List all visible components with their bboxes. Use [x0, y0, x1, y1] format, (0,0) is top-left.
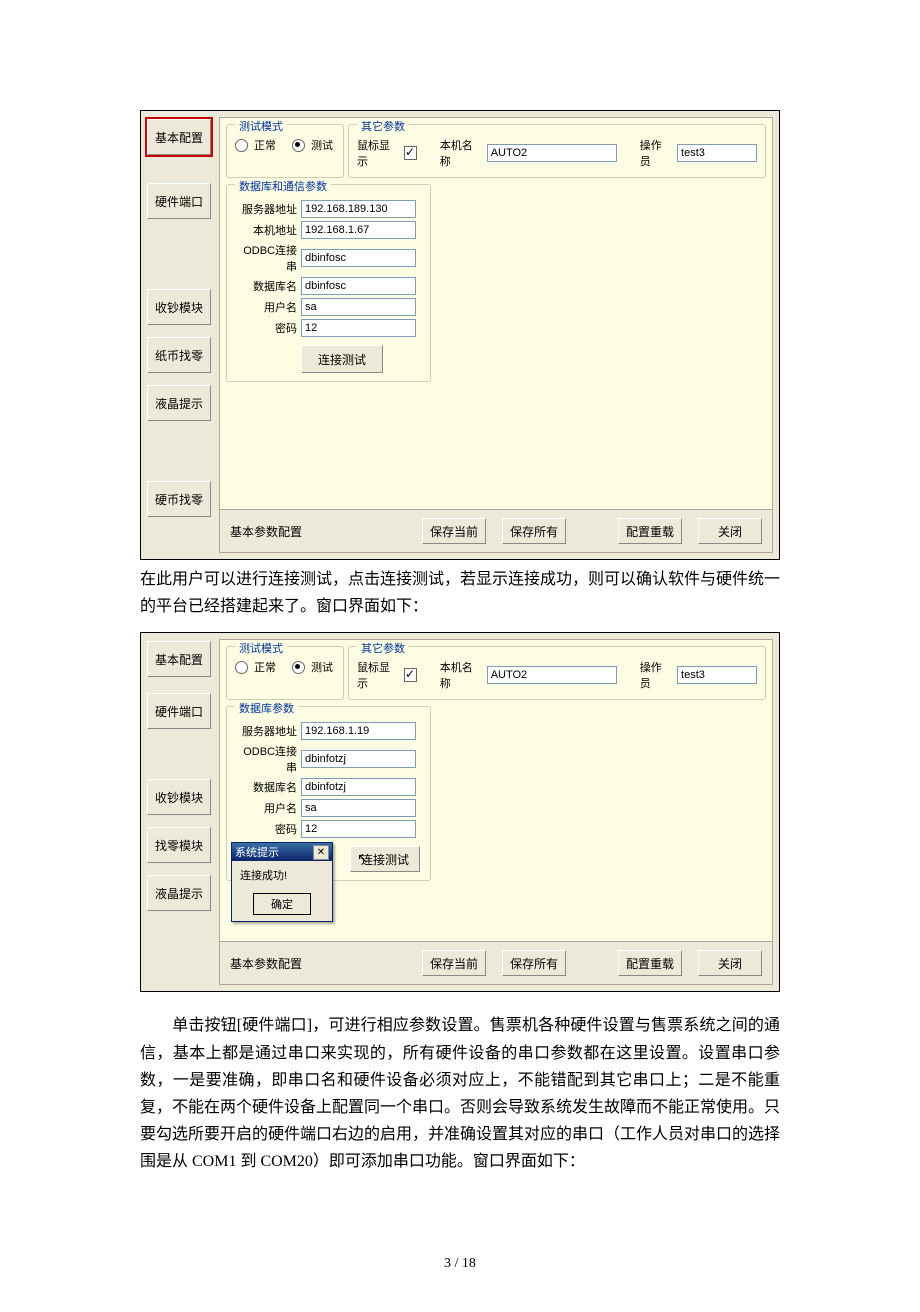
footer-bar: 基本参数配置 保存当前 保存所有 配置重载 关闭	[219, 510, 773, 553]
connection-test-button[interactable]: 连接测试	[350, 846, 420, 872]
msgbox-titlebar: 系统提示 ✕	[232, 843, 332, 861]
input-user[interactable]	[301, 799, 416, 817]
content-area-2: 测试模式 正常 测试 其它参数 鼠标显示 本机名称	[219, 633, 779, 991]
footer-bar: 基本参数配置 保存当前 保存所有 配置重载 关闭	[219, 942, 773, 985]
radio-test-label: 测试	[311, 659, 333, 675]
mouse-label: 鼠标显示	[357, 137, 396, 169]
save-all-button[interactable]: 保存所有	[502, 950, 566, 976]
group-test-mode: 测试模式 正常 测试	[226, 124, 344, 178]
reload-config-button[interactable]: 配置重载	[618, 950, 682, 976]
sidebar-item-bill-change[interactable]: 纸币找零	[147, 337, 211, 373]
group-db-params: 数据库和通信参数 服务器地址 本机地址 ODBC连接串 数据库名 用户名 密码 …	[226, 184, 431, 382]
input-server[interactable]	[301, 200, 416, 218]
msgbox-ok-button[interactable]: 确定	[253, 893, 311, 915]
group-db-params-legend: 数据库和通信参数	[235, 178, 331, 194]
sidebar-item-lcd-prompt[interactable]: 液晶提示	[147, 385, 211, 421]
group-test-mode-legend: 测试模式	[235, 118, 287, 134]
body-paragraph-2: 单击按钮[硬件端口]，可进行相应参数设置。售票机各种硬件设置与售票系统之间的通信…	[140, 1012, 780, 1175]
operator-input[interactable]	[677, 666, 757, 684]
group-db-params: 数据库参数 服务器地址 ODBC连接串 数据库名 用户名 密码 连接测试 ↖ 系…	[226, 706, 431, 881]
save-current-button[interactable]: 保存当前	[422, 950, 486, 976]
sidebar-item-hardware-port[interactable]: 硬件端口	[147, 183, 211, 219]
sidebar-item-lcd-prompt[interactable]: 液晶提示	[147, 875, 211, 911]
hostname-input[interactable]	[487, 144, 617, 162]
sidebar: 基本配置 硬件端口 收钞模块 纸币找零 液晶提示 硬币找零	[141, 111, 219, 559]
sidebar-item-cash-module[interactable]: 收钞模块	[147, 779, 211, 815]
radio-normal[interactable]	[235, 661, 248, 674]
group-db-params-legend: 数据库参数	[235, 700, 298, 716]
config-panel: 测试模式 正常 测试 其它参数 鼠标显示 本机名称	[219, 117, 773, 510]
sidebar-item-hardware-port[interactable]: 硬件端口	[147, 693, 211, 729]
sidebar-item-cash-module[interactable]: 收钞模块	[147, 289, 211, 325]
sidebar-item-basic-config[interactable]: 基本配置	[147, 119, 211, 155]
group-other-params: 其它参数 鼠标显示 本机名称 操作员	[348, 646, 766, 700]
label-server: 服务器地址	[235, 201, 301, 217]
operator-input[interactable]	[677, 144, 757, 162]
footer-title: 基本参数配置	[230, 523, 302, 540]
radio-test[interactable]	[292, 139, 305, 152]
hostname-input[interactable]	[487, 666, 617, 684]
config-panel-2: 测试模式 正常 测试 其它参数 鼠标显示 本机名称	[219, 639, 773, 942]
sidebar-item-basic-config[interactable]: 基本配置	[147, 641, 211, 677]
group-test-mode: 测试模式 正常 测试	[226, 646, 344, 700]
input-odbc[interactable]	[301, 249, 416, 267]
operator-label: 操作员	[640, 659, 669, 691]
body-paragraph-1: 在此用户可以进行连接测试，点击连接测试，若显示连接成功，则可以确认软件与硬件统一…	[140, 566, 780, 620]
radio-test[interactable]	[292, 661, 305, 674]
input-password[interactable]	[301, 820, 416, 838]
group-other-params-legend: 其它参数	[357, 118, 409, 134]
radio-normal-label: 正常	[254, 659, 276, 675]
msgbox-close-icon[interactable]: ✕	[313, 845, 329, 860]
screenshot-1: 基本配置 硬件端口 收钞模块 纸币找零 液晶提示 硬币找零 测试模式 正常 测试	[140, 110, 780, 560]
label-user: 用户名	[235, 800, 301, 816]
label-odbc: ODBC连接串	[235, 242, 301, 274]
label-dbname: 数据库名	[235, 278, 301, 294]
mouse-checkbox[interactable]	[404, 146, 417, 160]
label-password: 密码	[235, 320, 301, 336]
input-server[interactable]	[301, 722, 416, 740]
msgbox-body: 连接成功!	[232, 861, 332, 889]
radio-test-label: 测试	[311, 137, 333, 153]
screenshot-2: 基本配置 硬件端口 收钞模块 找零模块 液晶提示 测试模式 正常 测试	[140, 632, 780, 992]
group-other-params-legend: 其它参数	[357, 640, 409, 656]
label-dbname: 数据库名	[235, 779, 301, 795]
label-localaddr: 本机地址	[235, 222, 301, 238]
label-user: 用户名	[235, 299, 301, 315]
radio-normal-label: 正常	[254, 137, 276, 153]
save-current-button[interactable]: 保存当前	[422, 518, 486, 544]
content-area: 测试模式 正常 测试 其它参数 鼠标显示 本机名称	[219, 111, 779, 559]
msgbox: 系统提示 ✕ 连接成功! 确定	[231, 842, 333, 922]
footer-title: 基本参数配置	[230, 955, 302, 972]
label-password: 密码	[235, 821, 301, 837]
sidebar-2: 基本配置 硬件端口 收钞模块 找零模块 液晶提示	[141, 633, 219, 991]
operator-label: 操作员	[640, 137, 669, 169]
close-button[interactable]: 关闭	[698, 518, 762, 544]
save-all-button[interactable]: 保存所有	[502, 518, 566, 544]
connection-test-button[interactable]: 连接测试	[301, 345, 383, 373]
msgbox-title: 系统提示	[235, 844, 279, 860]
label-server: 服务器地址	[235, 723, 301, 739]
sidebar-item-change-module[interactable]: 找零模块	[147, 827, 211, 863]
mouse-label: 鼠标显示	[357, 659, 396, 691]
input-dbname[interactable]	[301, 277, 416, 295]
reload-config-button[interactable]: 配置重载	[618, 518, 682, 544]
group-test-mode-legend: 测试模式	[235, 640, 287, 656]
input-user[interactable]	[301, 298, 416, 316]
input-odbc[interactable]	[301, 750, 416, 768]
hostname-label: 本机名称	[440, 659, 479, 691]
input-localaddr[interactable]	[301, 221, 416, 239]
radio-normal[interactable]	[235, 139, 248, 152]
group-other-params: 其它参数 鼠标显示 本机名称 操作员	[348, 124, 766, 178]
input-dbname[interactable]	[301, 778, 416, 796]
page-number: 3 / 18	[140, 1256, 780, 1272]
hostname-label: 本机名称	[440, 137, 479, 169]
mouse-checkbox[interactable]	[404, 668, 417, 682]
close-button[interactable]: 关闭	[698, 950, 762, 976]
label-odbc: ODBC连接串	[235, 743, 301, 775]
sidebar-item-coin-change[interactable]: 硬币找零	[147, 481, 211, 517]
input-password[interactable]	[301, 319, 416, 337]
